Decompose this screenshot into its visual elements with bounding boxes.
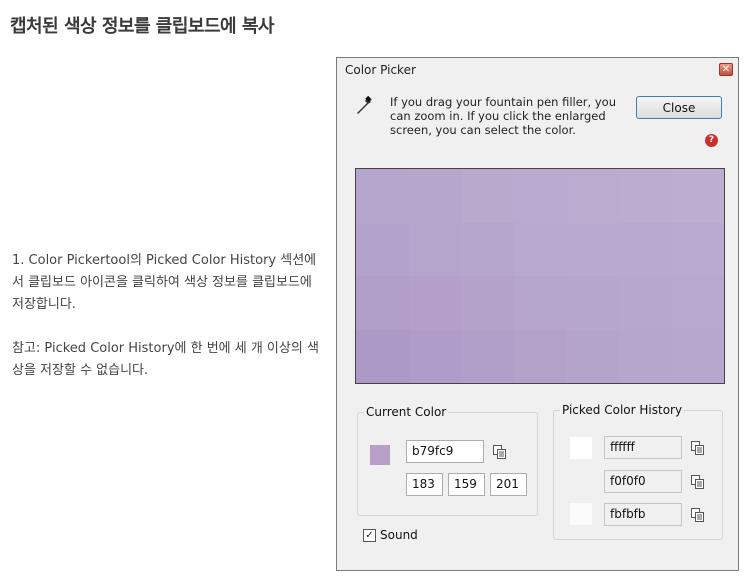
current-color-swatch xyxy=(370,445,390,465)
current-color-group: Current Color b79fc9 183 159 201 xyxy=(357,405,538,516)
eyedropper-icon[interactable] xyxy=(355,96,373,118)
close-button[interactable]: Close xyxy=(636,96,722,119)
description: 1. Color Pickertool의 Picked Color Histor… xyxy=(12,250,322,404)
copy-icon[interactable] xyxy=(690,507,706,523)
help-icon[interactable]: ? xyxy=(705,134,718,147)
sound-option[interactable]: ✓ Sound xyxy=(363,528,418,542)
sound-checkbox[interactable]: ✓ xyxy=(363,528,376,542)
copy-icon[interactable] xyxy=(690,474,706,490)
picked-color-history-group: Picked Color History ffffff f0f0f0 fbfbf… xyxy=(553,403,723,540)
blue-field[interactable]: 201 xyxy=(490,473,527,496)
history-hex-field: ffffff xyxy=(604,436,682,459)
copy-icon[interactable] xyxy=(690,440,706,456)
description-step-1: 1. Color Pickertool의 Picked Color Histor… xyxy=(12,253,317,312)
green-field[interactable]: 159 xyxy=(448,473,485,496)
history-hex-field: fbfbfb xyxy=(604,503,682,526)
history-swatch xyxy=(570,503,592,525)
instructions-text: If you drag your fountain pen filler, yo… xyxy=(390,95,616,137)
history-swatch xyxy=(570,437,592,459)
page-title: 캡처된 색상 정보를 클립보드에 복사 xyxy=(10,16,274,37)
close-window-icon[interactable]: ✕ xyxy=(719,63,733,76)
history-label: Picked Color History xyxy=(560,403,685,417)
dialog-titlebar: Color Picker ✕ xyxy=(337,58,738,82)
sound-label: Sound xyxy=(380,528,418,542)
history-hex-field: f0f0f0 xyxy=(604,470,682,493)
description-note: 참고: Picked Color History에 한 번에 세 개 이상의 색… xyxy=(12,341,319,378)
current-color-label: Current Color xyxy=(364,405,449,419)
red-field[interactable]: 183 xyxy=(406,473,443,496)
history-swatch xyxy=(570,471,592,493)
copy-icon[interactable] xyxy=(492,444,508,460)
hex-field[interactable]: b79fc9 xyxy=(406,440,484,463)
zoom-preview[interactable] xyxy=(355,168,725,384)
color-picker-dialog: Color Picker ✕ If you drag your fountain… xyxy=(336,57,739,571)
dialog-title: Color Picker xyxy=(345,63,416,77)
